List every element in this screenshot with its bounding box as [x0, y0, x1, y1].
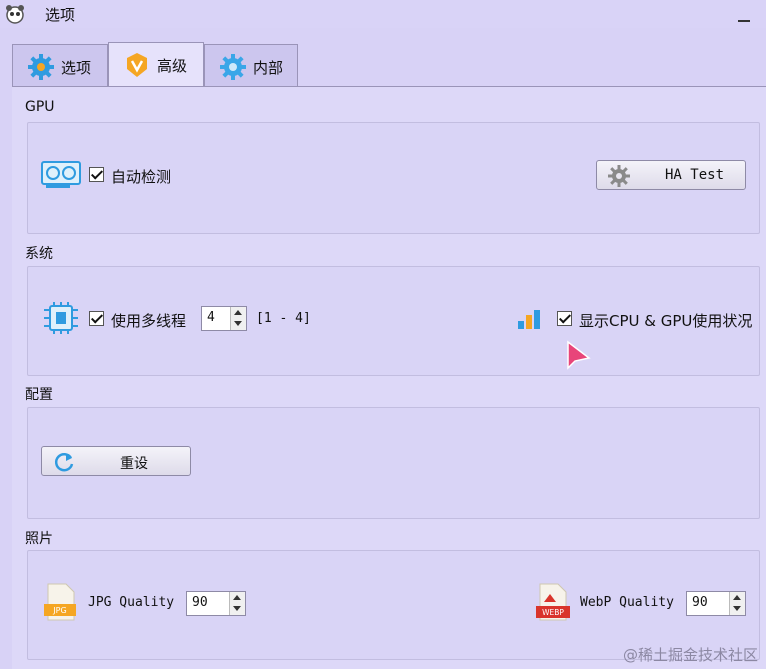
reset-label: 重设 — [120, 456, 148, 472]
refresh-icon — [54, 453, 74, 472]
watermark-text: @稀土掘金技术社区 — [622, 646, 758, 664]
jpg-icon-text: JPG — [52, 606, 66, 615]
webp-quality-label: WebP Quality — [580, 595, 674, 610]
webp-icon-text: WEBP — [542, 608, 564, 617]
tab-label: 选项 — [61, 59, 92, 77]
title-bar: 选项 — [0, 0, 766, 28]
ha-test-label: HA Test — [665, 167, 725, 183]
thread-count-value: 4 — [207, 310, 215, 325]
show-usage-label: 显示CPU & GPU使用状况 — [579, 312, 753, 330]
jpg-quality-label: JPG Quality — [88, 595, 175, 610]
jpg-file-icon: JPG — [44, 583, 76, 621]
reset-button[interactable]: 重设 — [41, 446, 191, 476]
v-badge-icon — [127, 53, 147, 77]
webp-file-icon: WEBP — [536, 583, 570, 621]
thread-range-label: [1 - 4] — [256, 311, 311, 326]
tab-advanced[interactable]: 高级 — [108, 42, 204, 87]
mouse-cursor-icon — [567, 340, 591, 370]
tab-internal[interactable]: 内部 — [204, 44, 298, 86]
gear-icon — [608, 165, 630, 187]
section-title-system: 系统 — [25, 246, 53, 262]
section-title-config: 配置 — [25, 387, 53, 403]
section-title-photo: 照片 — [25, 531, 53, 547]
webp-quality-spinbox[interactable]: 90 — [686, 591, 746, 616]
usage-chart-icon — [518, 310, 540, 329]
webp-quality-value: 90 — [692, 595, 708, 610]
auto-detect-label: 自动检测 — [111, 168, 172, 186]
cpu-chip-icon — [44, 302, 78, 334]
thread-count-spinbox[interactable]: 4 — [201, 306, 247, 331]
gpu-card-icon — [41, 161, 81, 188]
gear-icon — [220, 54, 246, 80]
minimize-button[interactable] — [738, 4, 752, 24]
multithread-label: 使用多线程 — [111, 312, 187, 330]
spin-arrows[interactable] — [230, 307, 246, 330]
jpg-quality-value: 90 — [192, 595, 208, 610]
multithread-checkbox[interactable] — [89, 311, 104, 326]
section-title-gpu: GPU — [25, 99, 55, 115]
ha-test-button[interactable]: HA Test — [596, 160, 746, 190]
tab-divider — [12, 86, 766, 87]
spin-arrows[interactable] — [729, 592, 745, 615]
window-title: 选项 — [45, 6, 76, 24]
tab-options[interactable]: 选项 — [12, 44, 108, 86]
show-usage-checkbox[interactable] — [557, 311, 572, 326]
tab-label: 内部 — [253, 59, 284, 77]
gear-icon — [28, 54, 54, 80]
spin-arrows[interactable] — [229, 592, 245, 615]
tab-label: 高级 — [157, 57, 188, 75]
jpg-quality-spinbox[interactable]: 90 — [186, 591, 246, 616]
auto-detect-checkbox[interactable] — [89, 167, 104, 182]
app-logo-icon — [6, 5, 24, 24]
